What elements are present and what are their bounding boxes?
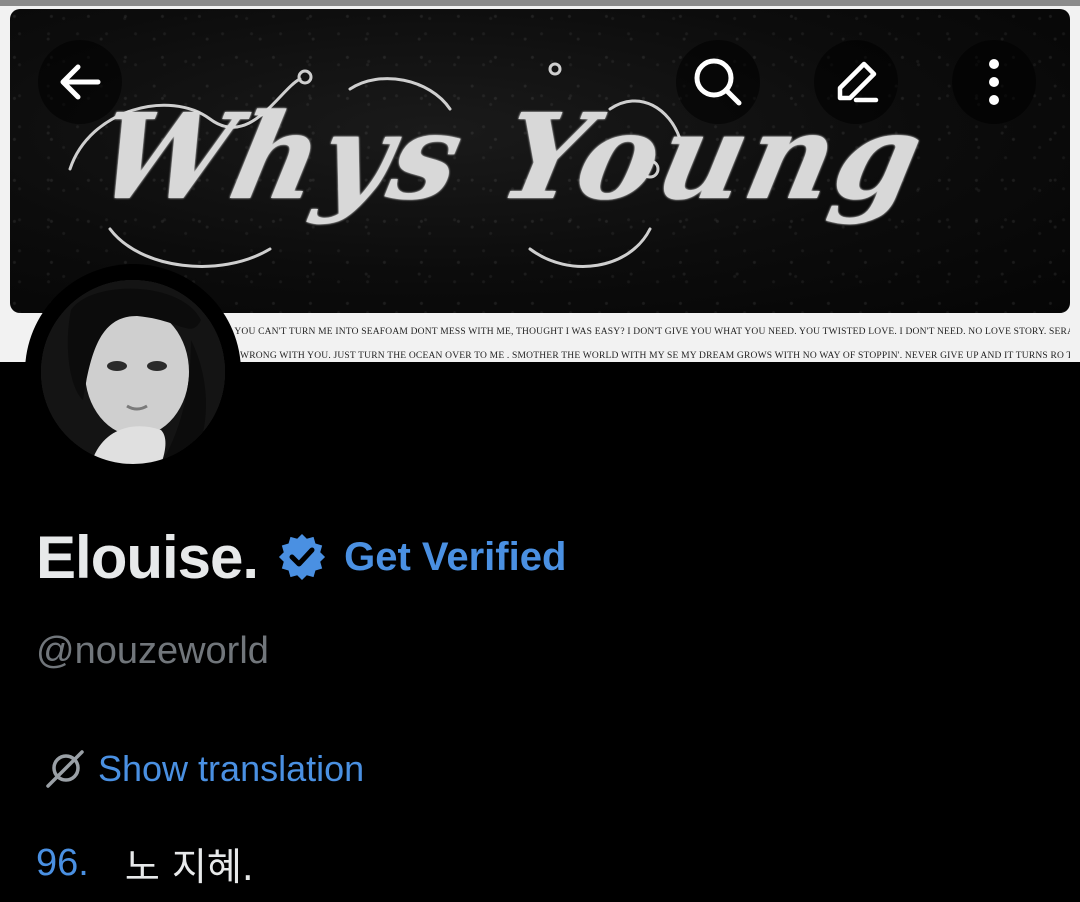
more-vertical-icon xyxy=(989,59,999,105)
bio-number[interactable]: 96. xyxy=(36,842,89,885)
bio-text: 노 지혜. xyxy=(124,845,254,889)
translate-icon xyxy=(46,750,84,788)
get-verified-link[interactable]: Get Verified xyxy=(344,535,566,580)
pencil-icon xyxy=(837,61,879,103)
username-handle: @nouzeworld xyxy=(36,630,269,672)
banner-image: Whys Young xyxy=(10,9,1070,313)
name-row: Elouise. Get Verified xyxy=(36,522,566,592)
verified-badge-icon[interactable] xyxy=(278,533,326,581)
avatar[interactable] xyxy=(41,280,225,464)
bio: 96. 노 지혜. xyxy=(36,836,254,891)
search-icon xyxy=(694,58,742,106)
search-button[interactable] xyxy=(676,40,760,124)
banner-logo-text: Whys Young xyxy=(85,87,936,226)
arrow-left-icon xyxy=(60,64,101,100)
avatar-ring[interactable] xyxy=(25,264,241,480)
back-button[interactable] xyxy=(38,40,122,124)
show-translation-button[interactable]: Show translation xyxy=(44,748,364,790)
show-translation-label: Show translation xyxy=(98,748,365,789)
edit-button[interactable] xyxy=(814,40,898,124)
avatar-photo xyxy=(41,280,225,464)
more-button[interactable] xyxy=(952,40,1036,124)
display-name: Elouise. xyxy=(36,523,259,591)
banner-top-edge xyxy=(0,0,1080,6)
